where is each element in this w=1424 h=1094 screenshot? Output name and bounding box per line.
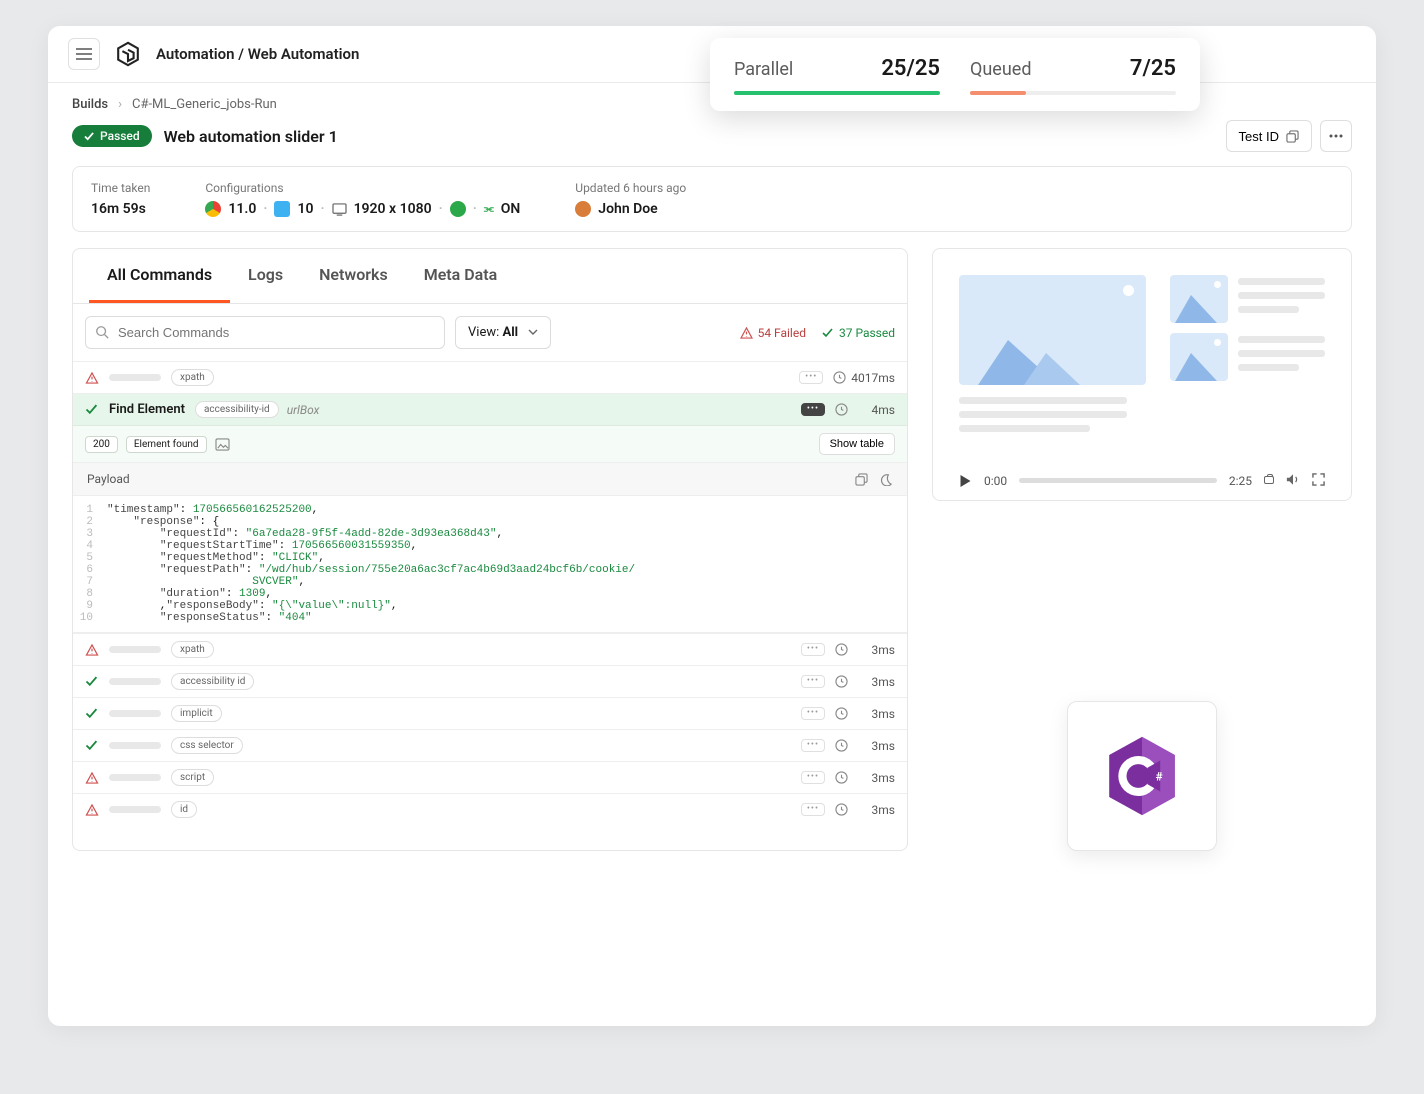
command-row[interactable]: xpath•••3ms	[73, 633, 907, 665]
row-more-button[interactable]: •••	[801, 675, 825, 688]
video-card: 0:00 2:25	[932, 248, 1352, 501]
time-taken: 16m 59s	[91, 201, 150, 217]
video-time-end: 2:25	[1229, 474, 1252, 488]
warning-icon	[740, 327, 753, 339]
failed-count: 54 Failed	[740, 326, 806, 340]
chevron-right-icon: ›	[118, 97, 122, 112]
check-icon	[85, 740, 99, 751]
configurations: 11.0· 10· 1920 x 1080· · ⫘ ON	[205, 201, 520, 217]
clock-icon	[835, 675, 848, 688]
camera-icon[interactable]	[1264, 473, 1274, 488]
test-id-button[interactable]: Test ID	[1226, 120, 1312, 152]
csharp-icon: #	[1105, 735, 1179, 817]
locator: urlBox	[287, 403, 320, 417]
payload-code: 1"timestamp": 170566560162525200,2 "resp…	[73, 495, 907, 633]
vpn-icon: ⫘	[484, 202, 494, 216]
breadcrumb-current: C#-ML_Generic_jobs-Run	[132, 97, 277, 112]
view-select[interactable]: View: All	[455, 316, 551, 349]
svg-text:#: #	[1156, 770, 1163, 784]
video-time-start: 0:00	[984, 474, 1007, 488]
location-icon	[450, 201, 466, 217]
queued-value: 7/25	[1130, 56, 1176, 81]
show-table-button[interactable]: Show table	[819, 433, 895, 455]
parallel-label: Parallel	[734, 59, 793, 80]
row-more-button[interactable]: •••	[801, 403, 825, 416]
page-title: Automation / Web Automation	[156, 45, 359, 63]
user: John Doe	[575, 201, 686, 217]
theme-icon[interactable]	[880, 473, 893, 486]
row-more-button[interactable]: •••	[801, 707, 825, 720]
play-button[interactable]	[959, 474, 972, 488]
check-icon	[85, 708, 99, 719]
resolution-icon	[332, 203, 347, 216]
command-row[interactable]: script•••3ms	[73, 761, 907, 793]
chrome-icon	[205, 201, 221, 217]
check-icon	[85, 404, 99, 415]
search-input[interactable]	[85, 316, 445, 349]
status-badge: Passed	[72, 125, 152, 147]
command-row[interactable]: implicit•••3ms	[73, 697, 907, 729]
check-icon	[822, 328, 834, 338]
search-icon	[95, 325, 109, 339]
queued-label: Queued	[970, 59, 1031, 80]
chevron-down-icon	[528, 329, 538, 336]
avatar	[575, 201, 591, 217]
windows-icon	[274, 201, 290, 217]
command-row[interactable]: accessibility id•••3ms	[73, 665, 907, 697]
tab-metadata[interactable]: Meta Data	[406, 249, 516, 303]
breadcrumb-root[interactable]: Builds	[72, 97, 108, 112]
row-more-button[interactable]: •••	[801, 803, 825, 816]
tabs: All Commands Logs Networks Meta Data	[73, 249, 907, 304]
status-float-card: Parallel 25/25 Queued 7/25	[710, 38, 1200, 111]
clock-icon	[835, 643, 848, 656]
video-progress[interactable]	[1019, 478, 1217, 483]
meta-card: Time taken 16m 59s Configurations 11.0· …	[72, 166, 1352, 232]
clock-icon	[835, 403, 848, 416]
fullscreen-icon[interactable]	[1312, 473, 1325, 486]
command-row[interactable]: xpath•••4017ms	[73, 361, 907, 393]
passed-count: 37 Passed	[822, 326, 895, 340]
tab-all-commands[interactable]: All Commands	[89, 249, 230, 303]
image-icon[interactable]	[215, 438, 230, 451]
logo-icon	[114, 40, 142, 68]
clock-icon	[835, 771, 848, 784]
menu-button[interactable]	[68, 38, 100, 70]
command-row[interactable]: id•••3ms	[73, 793, 907, 825]
row-more-button[interactable]: •••	[801, 643, 825, 656]
command-row-expanded[interactable]: Find Element accessibility-id urlBox •••…	[73, 393, 907, 425]
video-preview	[959, 275, 1325, 445]
clock-icon	[835, 739, 848, 752]
tab-networks[interactable]: Networks	[301, 249, 406, 303]
warning-icon	[85, 804, 99, 816]
warning-icon	[85, 772, 99, 784]
payload-header: Payload	[73, 462, 907, 495]
check-icon	[85, 676, 99, 687]
command-row[interactable]: css selector•••3ms	[73, 729, 907, 761]
row-more-button[interactable]: •••	[799, 371, 823, 384]
clock-icon	[835, 707, 848, 720]
row-more-button[interactable]: •••	[801, 771, 825, 784]
warning-icon	[85, 372, 99, 384]
more-button[interactable]	[1320, 120, 1352, 152]
tab-logs[interactable]: Logs	[230, 249, 301, 303]
warning-icon	[85, 644, 99, 656]
command-subheader: 200 Element found Show table	[73, 425, 907, 462]
clock-icon	[833, 371, 846, 384]
status-code: 200	[85, 436, 118, 453]
parallel-value: 25/25	[881, 56, 940, 81]
row-more-button[interactable]: •••	[801, 739, 825, 752]
volume-icon[interactable]	[1286, 473, 1300, 486]
language-card: #	[1067, 701, 1217, 851]
clock-icon	[835, 803, 848, 816]
copy-icon[interactable]	[855, 473, 868, 486]
build-title: Web automation slider 1	[164, 127, 338, 146]
commands-panel: All Commands Logs Networks Meta Data Vie…	[72, 248, 908, 851]
